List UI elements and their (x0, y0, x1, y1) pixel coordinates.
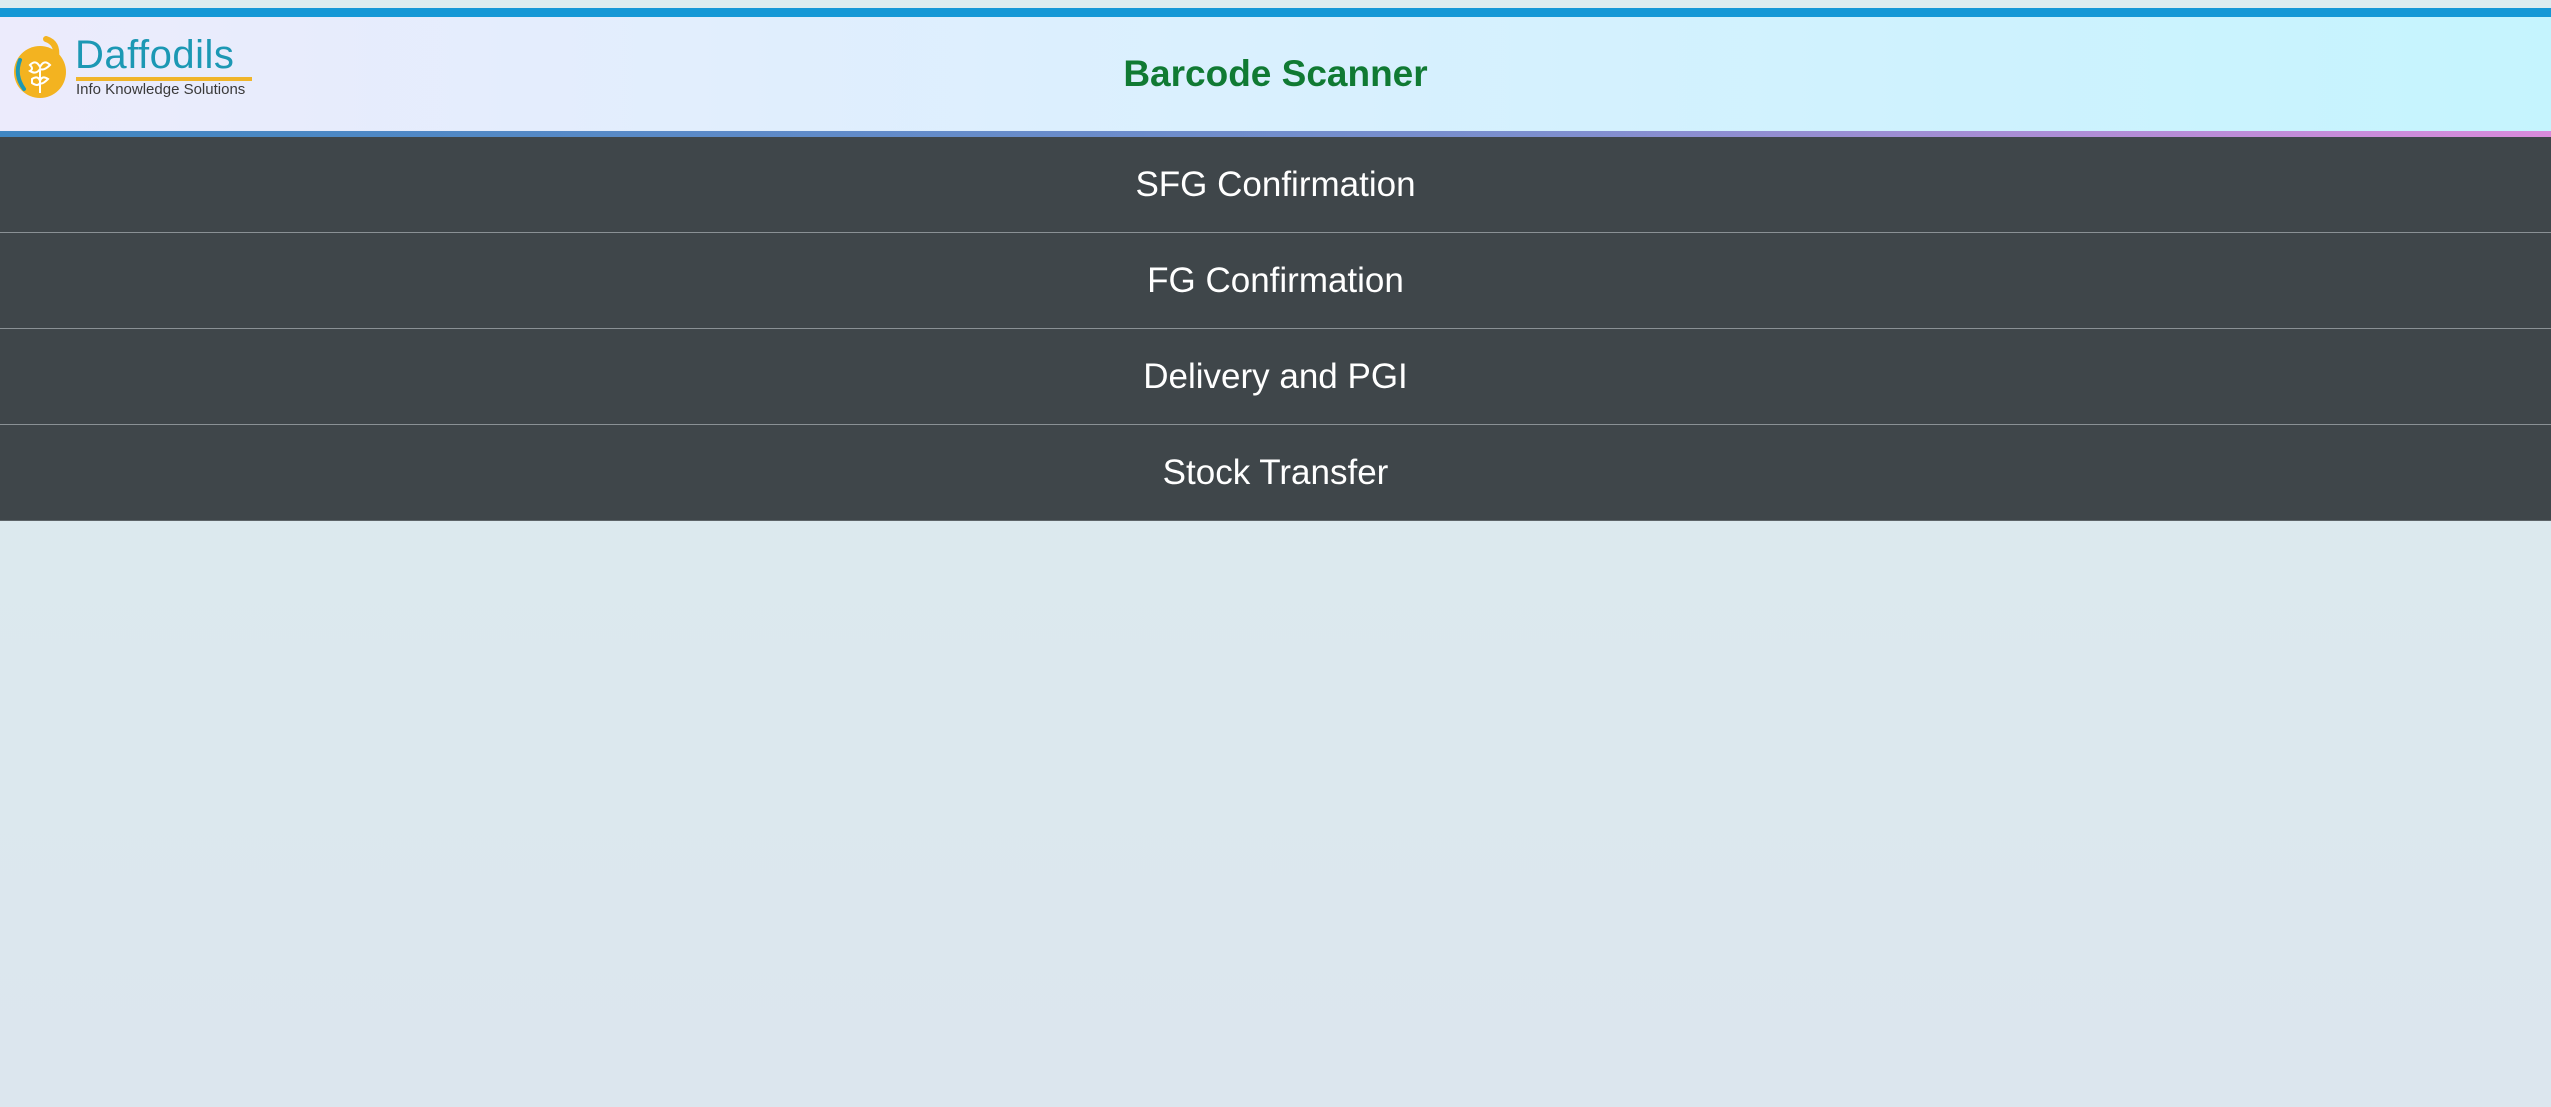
menu-item-delivery-and-pgi[interactable]: Delivery and PGI (0, 329, 2551, 425)
menu-item-sfg-confirmation[interactable]: SFG Confirmation (0, 137, 2551, 233)
main-menu: SFG Confirmation FG Confirmation Deliver… (0, 137, 2551, 521)
menu-item-stock-transfer[interactable]: Stock Transfer (0, 425, 2551, 521)
page-title: Barcode Scanner (1123, 53, 1428, 94)
top-accent-bar (0, 8, 2551, 17)
menu-item-fg-confirmation[interactable]: FG Confirmation (0, 233, 2551, 329)
